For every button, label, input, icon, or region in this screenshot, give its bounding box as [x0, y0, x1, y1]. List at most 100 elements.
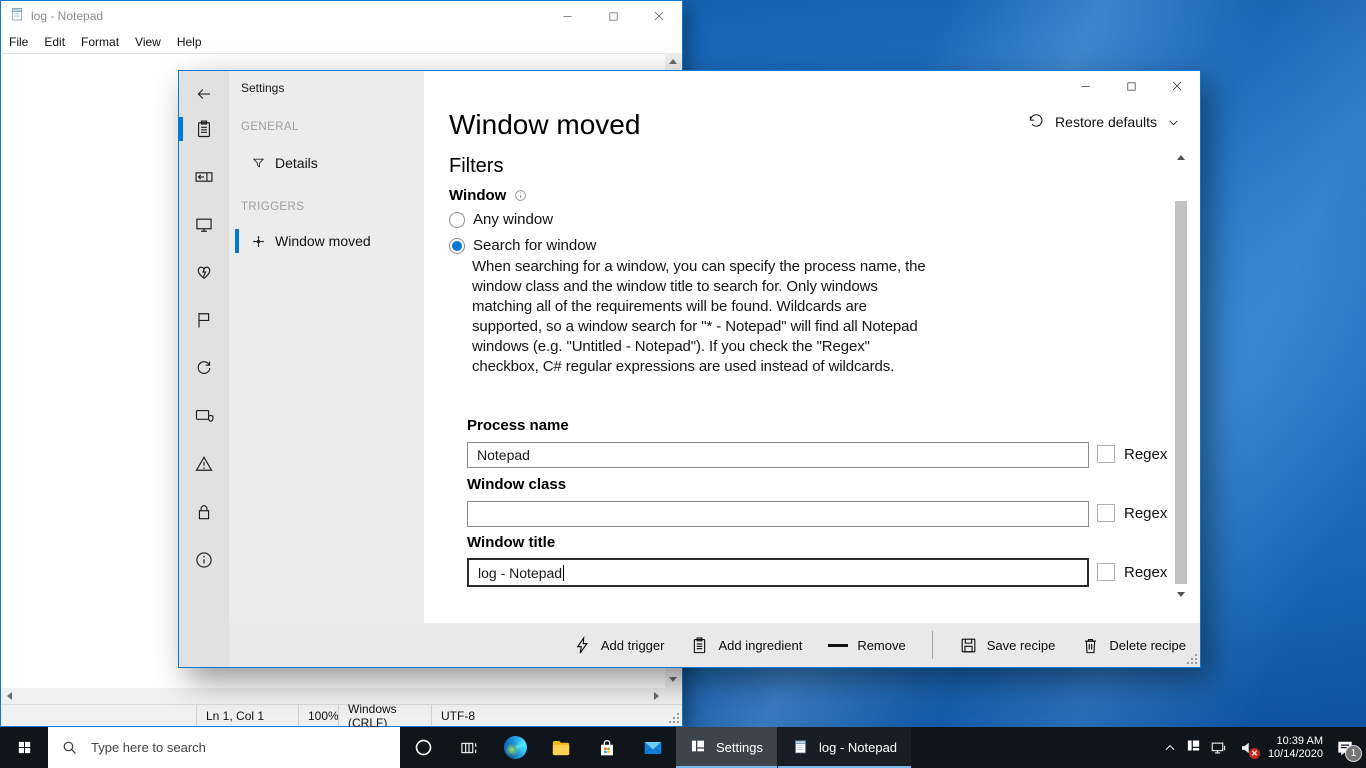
info-icon[interactable] — [179, 543, 229, 577]
notepad-horizontal-scrollbar[interactable] — [1, 688, 665, 705]
search-description-text: When searching for a window, you can spe… — [472, 257, 938, 377]
window-title-input[interactable]: log - Notepad — [467, 558, 1089, 587]
restore-defaults-button[interactable]: Restore defaults — [1027, 113, 1180, 131]
filters-heading: Filters — [449, 155, 503, 178]
warning-triangle-icon[interactable] — [179, 447, 229, 481]
radio-any-window[interactable]: Any window — [449, 211, 553, 228]
process-regex-label: Regex — [1124, 446, 1167, 463]
remove-label: Remove — [857, 638, 905, 653]
tray-clock[interactable]: 10:39 AM 10/14/2020 — [1268, 735, 1323, 761]
window-title-label: Window title — [467, 534, 555, 551]
taskbar-button-notepad-label: log - Notepad — [819, 740, 897, 755]
notepad-minimize-button[interactable] — [544, 1, 590, 31]
taskbar-button-settings-label: Settings — [716, 740, 763, 755]
app-window-icon — [690, 738, 706, 757]
lock-icon[interactable] — [179, 495, 229, 529]
class-regex-label: Regex — [1124, 505, 1167, 522]
radio-circle-unselected[interactable] — [449, 212, 465, 228]
nav-item-window-moved[interactable]: Window moved — [229, 227, 424, 255]
tray-app-window-icon[interactable] — [1186, 738, 1201, 758]
resize-grip[interactable] — [1187, 654, 1198, 665]
microsoft-store-icon[interactable] — [584, 727, 630, 768]
settings-window: Settings GENERAL Details TRIGGERS Window… — [178, 70, 1201, 668]
menu-format[interactable]: Format — [73, 35, 127, 49]
window-class-input[interactable] — [467, 501, 1089, 527]
tray-chevron-up-icon[interactable] — [1163, 741, 1177, 755]
window-class-label: Window class — [467, 476, 566, 493]
save-recipe-button[interactable]: Save recipe — [959, 636, 1056, 655]
screen: log - Notepad File Edit Format View Help… — [0, 0, 1366, 768]
edge-browser-icon[interactable] — [492, 727, 538, 768]
process-name-input[interactable]: Notepad — [467, 442, 1089, 468]
search-input[interactable]: Type here to search — [48, 727, 400, 768]
start-button[interactable] — [0, 727, 48, 768]
scrollbar-thumb[interactable] — [1175, 201, 1187, 584]
menu-help[interactable]: Help — [169, 35, 210, 49]
class-regex-row: Regex — [1097, 504, 1167, 522]
title-regex-label: Regex — [1124, 564, 1167, 581]
action-center-icon[interactable]: 1 — [1332, 736, 1358, 760]
add-trigger-label: Add trigger — [601, 638, 665, 653]
scroll-left-icon[interactable] — [7, 692, 12, 700]
settings-close-button[interactable] — [1154, 71, 1200, 101]
text-caret — [563, 565, 564, 581]
menu-file[interactable]: File — [1, 35, 36, 49]
process-regex-checkbox[interactable] — [1097, 445, 1115, 463]
task-view-button[interactable] — [446, 727, 492, 768]
settings-minimize-button[interactable] — [1062, 71, 1108, 101]
scroll-right-icon[interactable] — [654, 692, 659, 700]
back-button[interactable] — [179, 77, 229, 111]
remove-button[interactable]: Remove — [828, 638, 905, 653]
monitor-icon[interactable] — [179, 208, 229, 242]
filter-funnel-icon — [251, 156, 267, 171]
chevron-down-icon — [1167, 116, 1180, 129]
scroll-down-icon[interactable] — [1177, 592, 1185, 597]
refresh-icon[interactable] — [179, 351, 229, 385]
windows-logo-icon — [16, 739, 33, 756]
radio-search-for-window[interactable]: Search for window — [449, 237, 596, 254]
flag-icon[interactable] — [179, 303, 229, 337]
settings-maximize-button[interactable] — [1108, 71, 1154, 101]
file-explorer-icon[interactable] — [538, 727, 584, 768]
notepad-menubar: File Edit Format View Help — [1, 31, 682, 53]
menu-view[interactable]: View — [127, 35, 169, 49]
clipboard-icon[interactable] — [179, 112, 229, 146]
volume-muted-icon[interactable]: ✕ — [1237, 737, 1259, 759]
card-arrow-left-icon[interactable] — [179, 160, 229, 194]
chat-shield-icon[interactable] — [179, 399, 229, 433]
notepad-window-title: log - Notepad — [31, 9, 544, 23]
network-icon[interactable] — [1210, 739, 1228, 757]
notepad-close-button[interactable] — [636, 1, 682, 31]
status-encoding: UTF-8 — [431, 705, 521, 726]
content-scrollbar[interactable] — [1174, 145, 1188, 605]
add-ingredient-button[interactable]: Add ingredient — [690, 636, 802, 655]
nav-section-triggers: TRIGGERS — [241, 201, 304, 213]
info-circle-icon[interactable] — [514, 189, 527, 202]
add-trigger-button[interactable]: Add trigger — [573, 636, 665, 655]
heart-lightning-icon[interactable] — [179, 255, 229, 289]
settings-content: Window moved Restore defaults Filters Wi… — [424, 71, 1200, 623]
scroll-up-icon[interactable] — [669, 59, 677, 64]
undo-icon — [1027, 113, 1045, 131]
resize-grip[interactable] — [669, 713, 680, 724]
radio-search-for-window-label: Search for window — [473, 237, 596, 254]
notepad-titlebar[interactable]: log - Notepad — [1, 1, 682, 31]
taskbar-button-settings[interactable]: Settings — [676, 727, 777, 768]
recipe-footer-toolbar: Add trigger Add ingredient Remove Save r… — [229, 623, 1200, 667]
class-regex-checkbox[interactable] — [1097, 504, 1115, 522]
radio-circle-selected[interactable] — [449, 238, 465, 254]
notepad-maximize-button[interactable] — [590, 1, 636, 31]
mail-app-icon[interactable] — [630, 727, 676, 768]
nav-section-general: GENERAL — [241, 121, 299, 133]
nav-item-details[interactable]: Details — [229, 149, 424, 177]
status-zoom-level: 100% — [298, 705, 339, 726]
scroll-down-icon[interactable] — [669, 677, 677, 682]
taskbar-button-notepad[interactable]: log - Notepad — [778, 727, 911, 768]
delete-recipe-button[interactable]: Delete recipe — [1081, 636, 1186, 655]
menu-edit[interactable]: Edit — [36, 35, 73, 49]
notification-badge: 1 — [1345, 745, 1362, 762]
title-regex-checkbox[interactable] — [1097, 563, 1115, 581]
cortana-button[interactable] — [400, 727, 446, 768]
scroll-up-icon[interactable] — [1177, 155, 1185, 160]
radio-any-window-label: Any window — [473, 211, 553, 228]
